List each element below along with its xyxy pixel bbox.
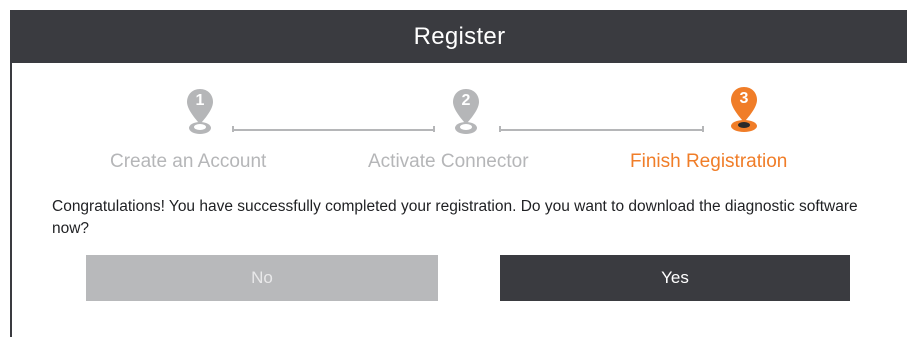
step-3-pin-icon: 3 <box>724 85 764 133</box>
step-2-number: 2 <box>461 92 471 109</box>
no-button[interactable]: No <box>86 255 438 301</box>
step-2-label: Activate Connector <box>368 151 529 172</box>
step-1-number: 1 <box>195 92 205 109</box>
step-2-pin-icon: 2 <box>446 87 486 135</box>
registration-progress: 1 2 3 Create an Account Activate Connect… <box>12 63 907 183</box>
dialog-title: Register <box>12 10 907 63</box>
step-connector-2 <box>499 126 704 132</box>
step-3-number: 3 <box>739 90 749 107</box>
step-3-label: Finish Registration <box>630 151 788 172</box>
confirmation-message: Congratulations! You have successfully c… <box>52 198 858 237</box>
step-1-pin-icon: 1 <box>180 87 220 135</box>
step-connector-1 <box>232 126 435 132</box>
register-dialog: Register 1 2 3 Create an Account Activat… <box>10 10 907 337</box>
yes-button[interactable]: Yes <box>500 255 850 301</box>
step-1-label: Create an Account <box>110 151 267 172</box>
